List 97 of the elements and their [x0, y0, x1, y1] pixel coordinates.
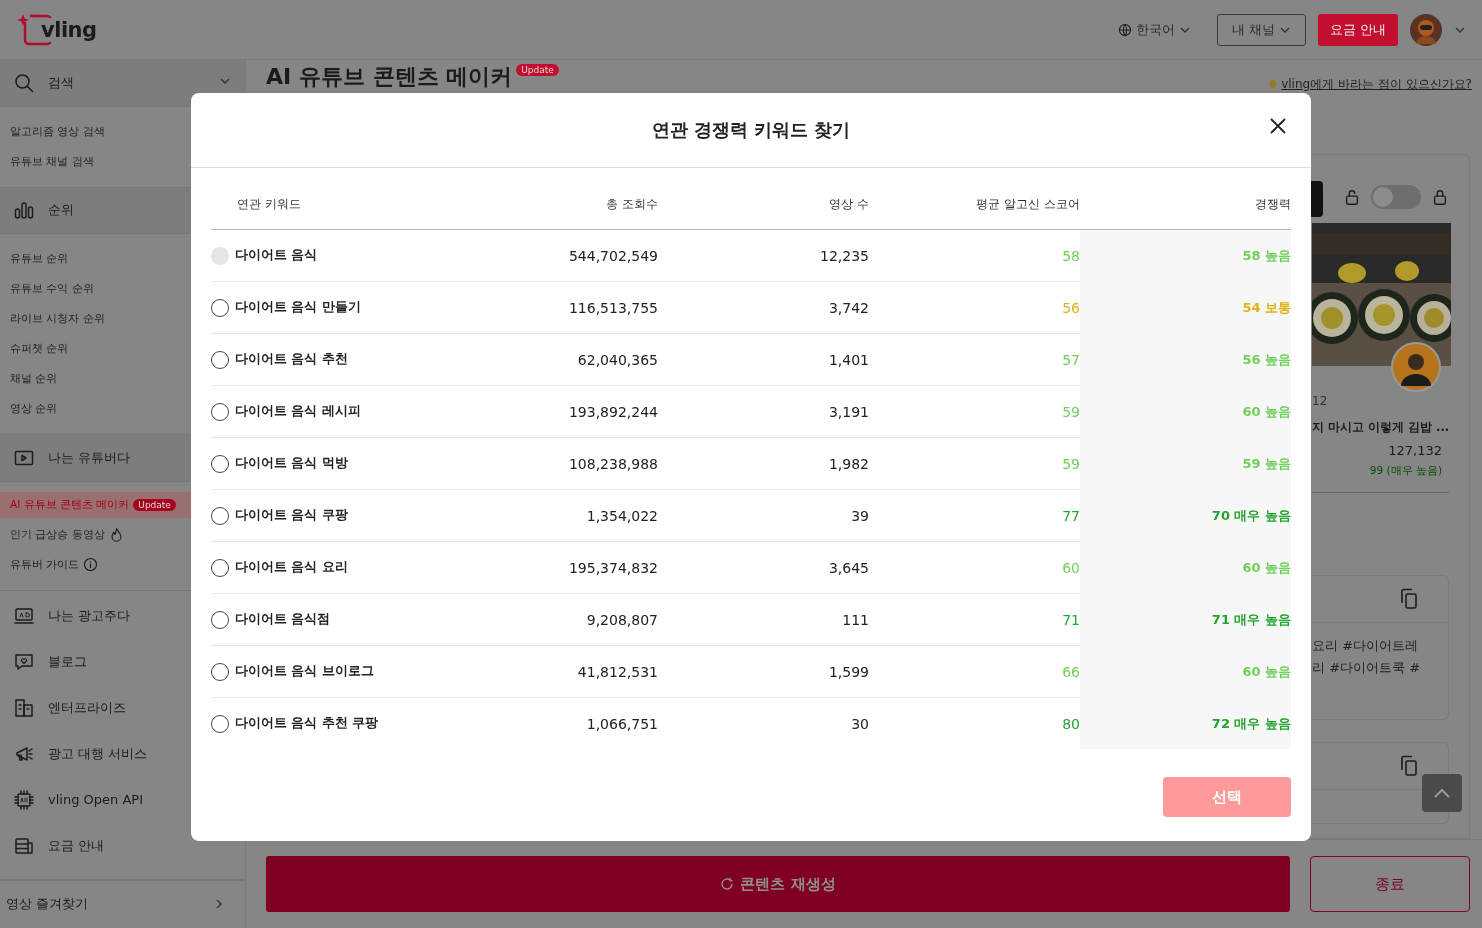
keyword-cell: 다이어트 음식 요리	[235, 559, 348, 576]
chip-icon	[14, 789, 34, 810]
score-cell: 80	[869, 697, 1080, 749]
competition-cell: 60 높음	[1080, 541, 1291, 594]
info-icon	[83, 557, 99, 572]
column-header: 평균 알고신 스코어	[869, 180, 1080, 230]
keyword-cell: 다이어트 음식점	[235, 611, 331, 628]
my-channel-dropdown[interactable]: 내 채널	[1216, 13, 1306, 46]
search-icon	[14, 72, 34, 93]
table-cell: 1,401	[658, 333, 869, 386]
pricing-button[interactable]: 요금 안내	[1317, 13, 1398, 46]
table-cell: 1,599	[658, 645, 869, 698]
sidebar-item[interactable]: 광고 대행 서비스	[0, 730, 245, 777]
update-badge: Update	[133, 498, 176, 511]
video-score: 99 (매우 높음)	[1368, 464, 1443, 478]
sidebar-section-header[interactable]: 검색	[0, 60, 245, 107]
radio-button[interactable]	[211, 454, 229, 473]
section-label: 검색	[48, 73, 74, 92]
table-cell: 111	[658, 593, 869, 646]
keyword-cell: 다이어트 음식 브이로그	[235, 663, 374, 680]
table-cell: 9,208,807	[447, 593, 658, 646]
database-stack-icon	[14, 835, 34, 856]
bar-chart-icon	[14, 200, 34, 221]
table-cell: 39	[658, 489, 869, 542]
column-header: 총 조회수	[447, 180, 658, 230]
keyword-cell: 다이어트 음식 만들기	[235, 299, 361, 316]
table-cell: 30	[658, 697, 869, 749]
radio-button[interactable]	[211, 298, 229, 317]
competition-cell: 60 높음	[1080, 645, 1291, 698]
competition-cell: 59 높음	[1080, 437, 1291, 490]
keyword-cell: 다이어트 음식	[235, 247, 318, 264]
keyword-cell: 다이어트 음식 추천 쿠팡	[235, 715, 379, 732]
competition-cell: 54 보통	[1080, 281, 1291, 334]
table-cell: 1,982	[658, 437, 869, 490]
globe-icon	[1117, 22, 1132, 37]
table-cell: 195,374,832	[447, 541, 658, 594]
building-icon	[14, 697, 34, 718]
table-cell: 41,812,531	[447, 645, 658, 698]
language-selector[interactable]: 한국어	[1111, 19, 1197, 40]
ad-monitor-icon	[14, 605, 34, 626]
sidebar-item[interactable]: vling Open API	[0, 776, 245, 823]
table-cell: 544,702,549	[447, 229, 658, 282]
keyword-cell: 다이어트 음식 레시피	[235, 403, 361, 420]
regenerate-button[interactable]: 콘텐츠 재생성	[266, 856, 1290, 912]
view-count: 127,132	[1387, 443, 1443, 458]
table-cell: 116,513,755	[447, 281, 658, 334]
radio-button[interactable]	[211, 506, 229, 525]
refresh-icon	[720, 877, 735, 891]
radio-button[interactable]	[211, 558, 229, 577]
section-label: 순위	[48, 201, 74, 220]
table-cell: 3,742	[658, 281, 869, 334]
chat-heart-icon	[14, 651, 34, 672]
table-cell: 1,354,022	[447, 489, 658, 542]
column-header: 연관 키워드	[211, 180, 447, 230]
section-label: 나는 유튜버다	[48, 448, 131, 467]
close-button[interactable]: 종료	[1310, 856, 1470, 912]
radio-button[interactable]	[211, 402, 229, 421]
radio-button[interactable]	[211, 662, 229, 681]
radio-button[interactable]	[211, 714, 229, 733]
table-cell: 12,235	[658, 229, 869, 282]
keyword-cell: 다이어트 음식 추천	[235, 351, 348, 368]
video-date: 12	[1312, 394, 1329, 408]
lock-toggle[interactable]	[1371, 185, 1421, 209]
flame-icon	[108, 527, 124, 542]
avatar[interactable]	[1410, 13, 1442, 46]
table-cell: 3,191	[658, 385, 869, 438]
competition-cell: 56 높음	[1080, 333, 1291, 386]
chevron-up-icon	[1433, 787, 1451, 799]
table-cell: 1,066,751	[447, 697, 658, 749]
table-cell: 3,645	[658, 541, 869, 594]
column-header: 경쟁력	[1080, 180, 1291, 230]
radio-button[interactable]	[211, 610, 229, 629]
channel-avatar	[1391, 342, 1441, 392]
table-cell: 193,892,244	[447, 385, 658, 438]
competition-cell: 71 매우 높음	[1080, 593, 1291, 646]
scroll-to-top-button[interactable]	[1422, 774, 1462, 812]
competition-cell: 72 매우 높음	[1080, 697, 1291, 749]
hashtag-text: 요리 #다이어트레 리 #다이어트쿡 #	[1311, 637, 1422, 677]
column-header: 영상 수	[658, 180, 869, 230]
competition-cell: 58 높음	[1080, 229, 1291, 282]
dialog-title: 연관 경쟁력 키워드 찾기	[651, 118, 851, 142]
competition-cell: 70 매우 높음	[1080, 489, 1291, 542]
logo-text[interactable]: vling	[40, 17, 98, 42]
feedback-link[interactable]: vling에게 바라는 점이 있으신가요?	[1267, 76, 1472, 93]
competition-cell: 60 높음	[1080, 385, 1291, 438]
radio-button[interactable]	[211, 350, 229, 369]
video-title: 지 마시고 이렇게 김밥 ...	[1312, 420, 1450, 435]
sidebar-item[interactable]: 요금 안내	[0, 822, 245, 869]
favorites-item[interactable]: 영상 즐겨찾기	[0, 879, 245, 928]
copy-icon[interactable]	[1400, 588, 1418, 610]
copy-icon[interactable]	[1400, 755, 1418, 777]
page-title: AI 유튜브 콘텐츠 메이커	[266, 64, 513, 90]
unlocked-icon	[1343, 188, 1361, 206]
lock-icon	[1431, 188, 1449, 206]
table-cell: 62,040,365	[447, 333, 658, 386]
table-cell: 108,238,988	[447, 437, 658, 490]
update-badge: Update	[516, 64, 559, 76]
